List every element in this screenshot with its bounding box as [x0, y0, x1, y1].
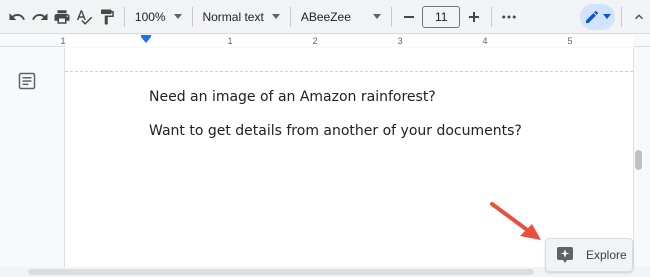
page-break-line — [65, 71, 633, 72]
horizontal-scrollbar[interactable] — [28, 269, 534, 275]
chevron-down-icon — [271, 14, 280, 19]
explore-label: Explore — [586, 248, 627, 262]
paint-format-icon[interactable] — [96, 4, 118, 30]
style-select[interactable]: Normal text — [198, 4, 284, 30]
ruler[interactable]: 1 1 2 3 4 5 — [0, 35, 650, 47]
decrease-font-size-button[interactable] — [398, 4, 420, 30]
document-outline-icon[interactable] — [18, 72, 36, 90]
ruler-track — [66, 35, 634, 47]
toolbar-divider — [390, 6, 392, 27]
toolbar-divider — [620, 6, 622, 27]
chevron-down-icon — [372, 14, 381, 19]
spellcheck-icon[interactable] — [73, 4, 95, 30]
ruler-number: 1 — [227, 36, 233, 46]
annotation-arrow — [490, 202, 541, 240]
increase-font-size-button[interactable] — [462, 4, 484, 30]
document-text-line[interactable]: Want to get details from another of your… — [149, 123, 522, 139]
undo-icon[interactable] — [6, 4, 28, 30]
collapse-menus-icon[interactable] — [628, 4, 650, 30]
pencil-icon — [586, 10, 599, 23]
chevron-down-icon — [173, 14, 182, 19]
minus-icon — [403, 15, 414, 18]
vertical-scrollbar[interactable] — [635, 150, 642, 170]
chevron-down-icon — [603, 14, 612, 19]
ruler-number: 3 — [397, 36, 403, 46]
document-text-line[interactable]: Need an image of an Amazon rainforest? — [149, 89, 436, 105]
ruler-number: 1 — [60, 36, 66, 46]
ruler-number: 4 — [482, 36, 488, 46]
explore-icon — [557, 247, 573, 263]
toolbar-divider — [290, 6, 291, 27]
toolbar-divider — [191, 6, 193, 27]
print-icon[interactable] — [51, 4, 73, 30]
redo-icon[interactable] — [28, 4, 50, 30]
ruler-number: 2 — [312, 36, 318, 46]
toolbar-divider — [490, 6, 492, 27]
font-select[interactable]: ABeeZee — [297, 4, 385, 30]
docs-window: 100% Normal text ABeeZee 11 1 1 2 3 4 5 … — [0, 0, 650, 277]
zoom-value: 100% — [134, 9, 166, 24]
explore-button[interactable]: Explore — [545, 238, 633, 272]
editing-mode-button[interactable] — [580, 3, 615, 30]
font-value: ABeeZee — [300, 9, 351, 24]
font-size-input[interactable]: 11 — [422, 5, 461, 28]
toolbar: 100% Normal text ABeeZee 11 — [0, 0, 650, 34]
left-indent-handle[interactable] — [141, 37, 151, 43]
toolbar-divider — [124, 6, 125, 27]
style-value: Normal text — [202, 9, 264, 24]
more-options-icon[interactable] — [498, 4, 520, 30]
zoom-select[interactable]: 100% — [131, 4, 186, 30]
plus-icon — [468, 11, 479, 22]
ruler-number: 5 — [567, 36, 573, 46]
